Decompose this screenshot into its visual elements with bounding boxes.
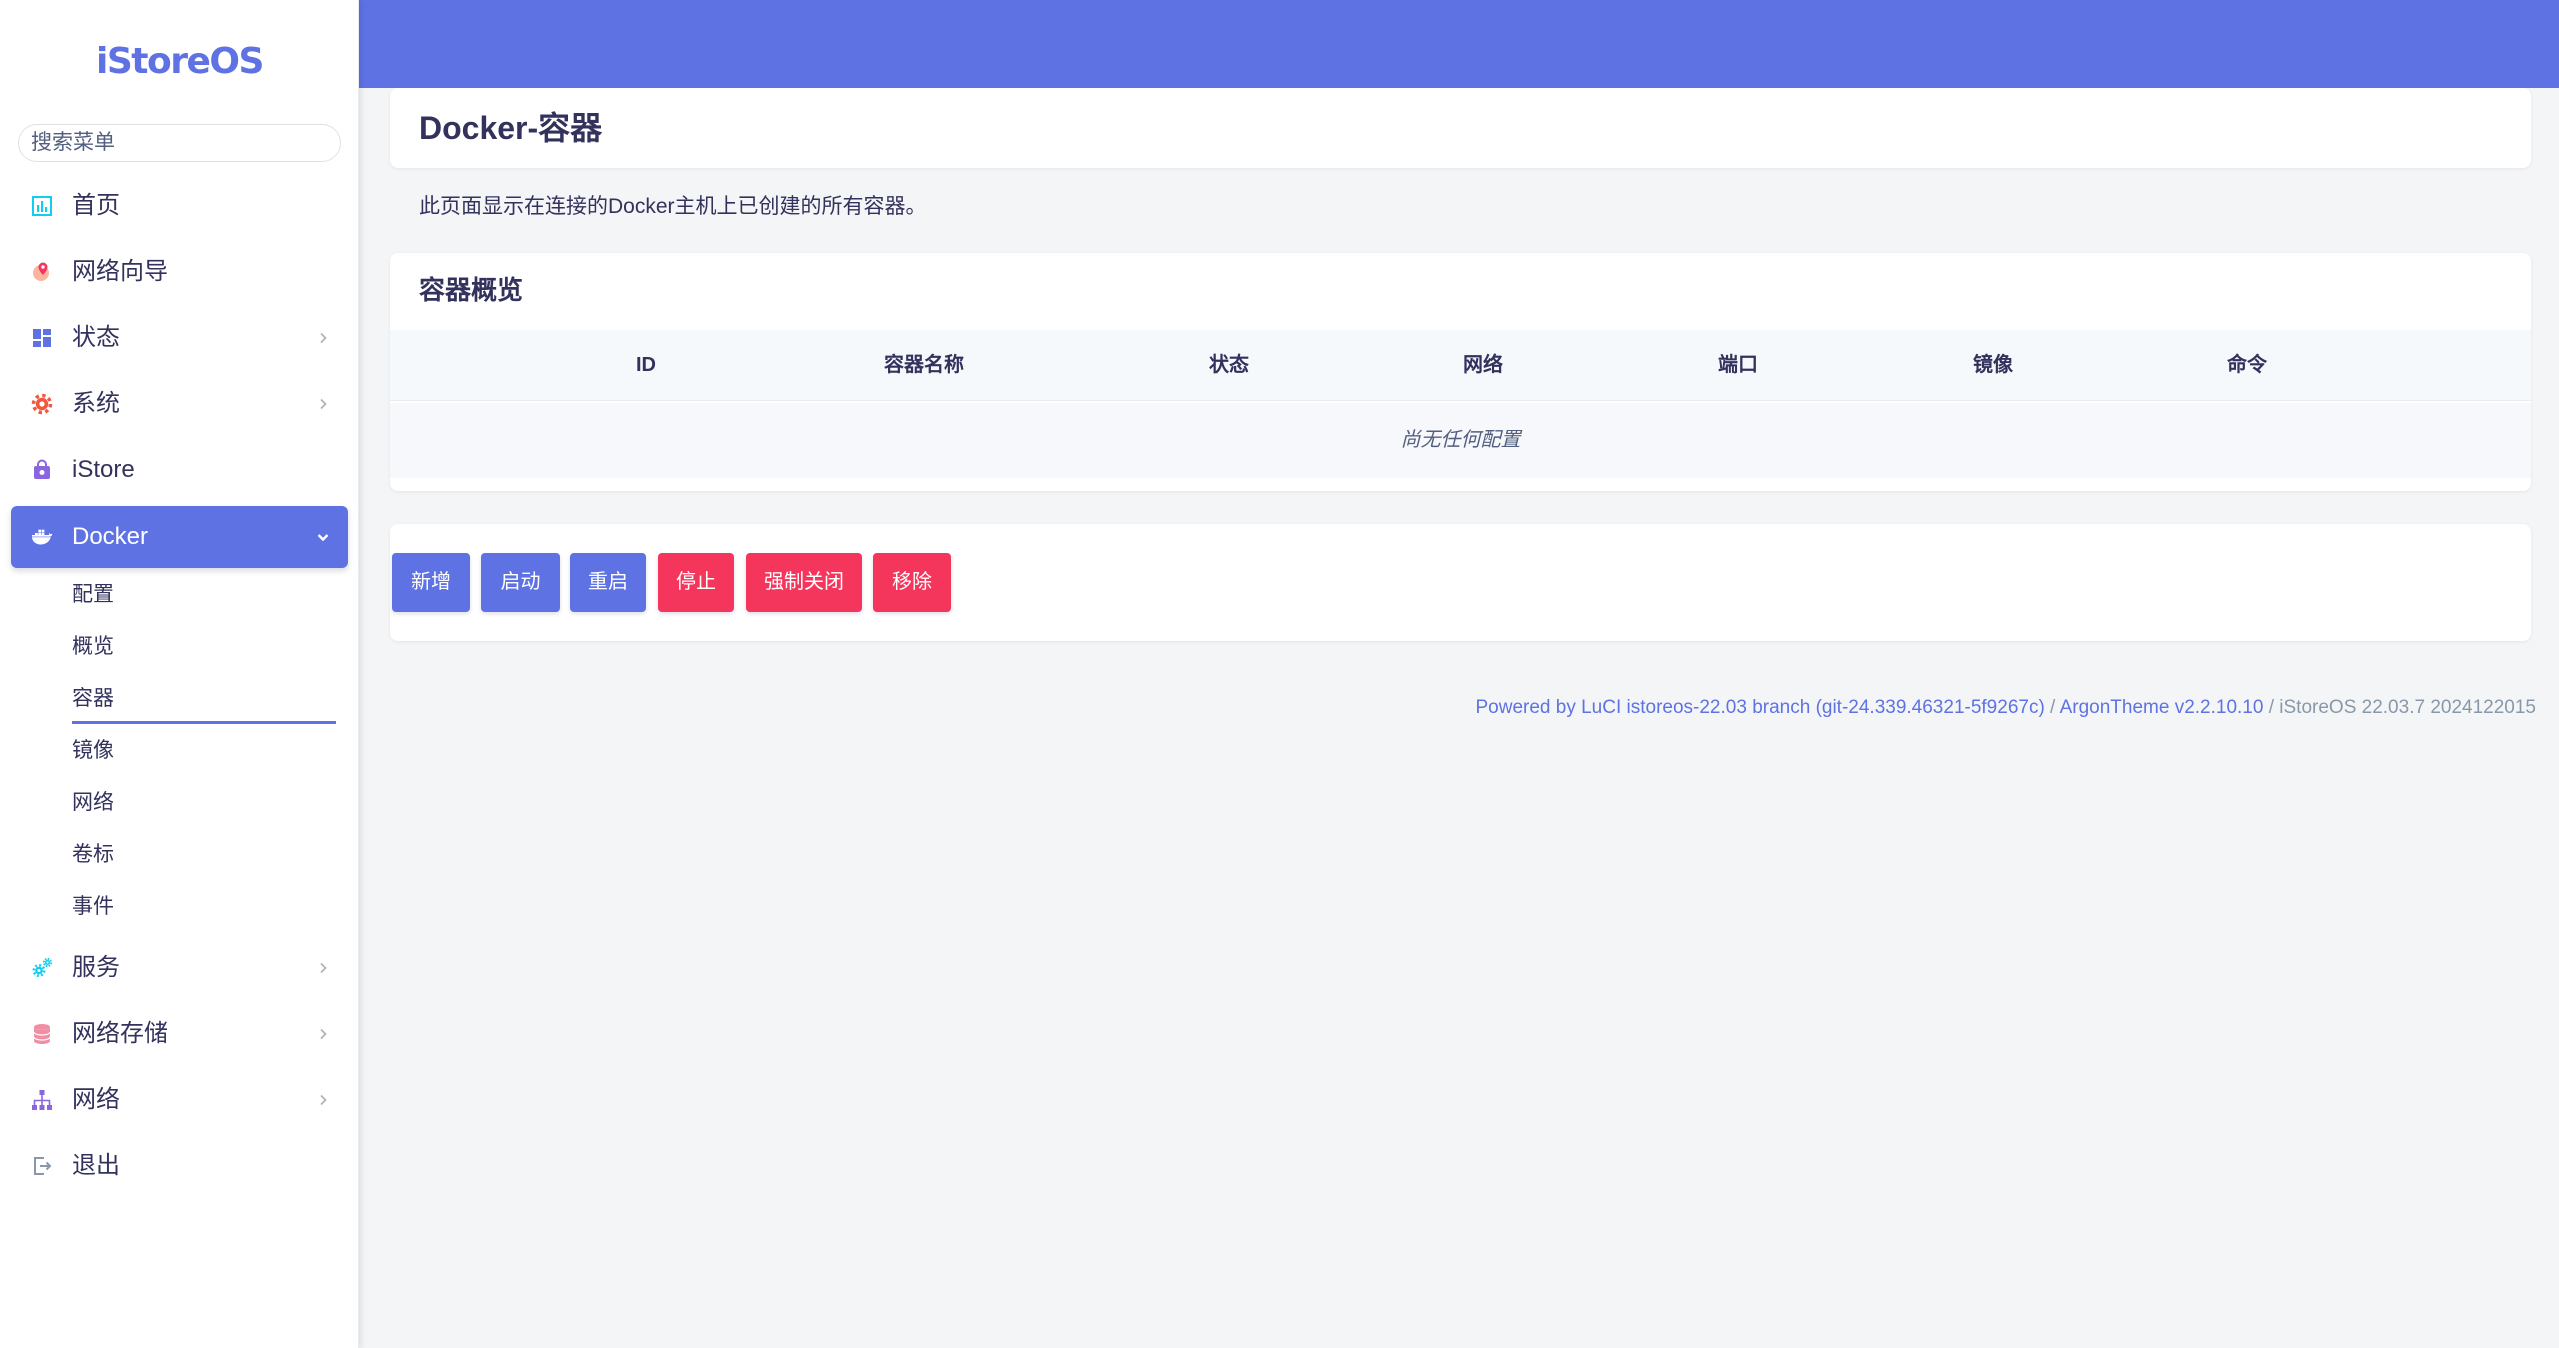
cogs-icon [30, 956, 54, 980]
chevron-right-icon [316, 1027, 330, 1041]
sidebar-item-services: 服务 [0, 935, 359, 1001]
gear-icon [30, 392, 54, 416]
sidebar-link-network-wizard[interactable]: 网络向导 [11, 241, 348, 303]
column-header-network: 网络 [1463, 354, 1503, 376]
page-description: 此页面显示在连接的Docker主机上已创建的所有容器。 [419, 195, 927, 218]
dashboard-icon [30, 326, 54, 350]
submenu-item-containers[interactable]: 容器 [0, 673, 359, 725]
table-header-row: ID 容器名称 状态 网络 端口 镜像 命令 [390, 330, 2531, 401]
submenu-item-label: 镜像 [72, 739, 114, 762]
page-title: Docker-容器 [419, 110, 603, 146]
submenu-item-config[interactable]: 配置 [0, 569, 359, 621]
sidebar-item-label: Docker [72, 523, 149, 550]
sidebar-item-label: 系统 [72, 390, 120, 417]
shopping-bag-icon [30, 458, 54, 482]
chevron-right-icon [316, 961, 330, 975]
sidebar-link-istore[interactable]: iStore [11, 439, 348, 501]
sidebar-item-home: 首页 [0, 173, 359, 239]
sidebar-item-nas: 网络存储 [0, 1001, 359, 1067]
sidebar-item-label: 首页 [72, 192, 120, 219]
column-header-status: 状态 [1209, 354, 1249, 376]
sidebar-item-label: 网络 [72, 1086, 120, 1113]
sidebar-item-label: 退出 [72, 1152, 120, 1179]
sidebar-item-status: 状态 [0, 305, 359, 371]
column-header-command: 命令 [2227, 354, 2267, 376]
sidebar-item-istore: iStore [0, 437, 359, 503]
sidebar-link-logout[interactable]: 退出 [11, 1135, 348, 1197]
footer-separator: / [2263, 697, 2280, 718]
column-header-name: 容器名称 [884, 354, 964, 376]
sidebar-link-system[interactable]: 系统 [11, 373, 348, 435]
sidebar-item-system: 系统 [0, 371, 359, 437]
submenu-item-overview[interactable]: 概览 [0, 621, 359, 673]
sidebar: iStoreOS 首页 网络向导 [0, 0, 359, 1348]
sidebar-menu: 首页 网络向导 状态 系统 iStore Docker 配置 概览 容器 镜像 … [0, 173, 359, 1199]
actions-card: 新增 启动 重启 停止 强制关闭 移除 [390, 524, 2531, 641]
stop-button[interactable]: 停止 [658, 553, 734, 612]
sign-out-icon [30, 1154, 54, 1178]
add-button[interactable]: 新增 [392, 553, 470, 612]
luci-link[interactable]: Powered by LuCI istoreos-22.03 branch (g… [1475, 697, 2044, 718]
docker-submenu: 配置 概览 容器 镜像 网络 卷标 事件 [0, 569, 359, 935]
remove-button[interactable]: 移除 [873, 553, 951, 612]
sidebar-item-label: 状态 [72, 324, 120, 351]
container-overview-card: 容器概览 ID 容器名称 状态 网络 端口 镜像 命令 尚无任何配置 [390, 253, 2531, 491]
firmware-version: iStoreOS 22.03.7 2024122015 [2279, 697, 2536, 718]
force-stop-button[interactable]: 强制关闭 [746, 553, 862, 612]
sidebar-link-docker[interactable]: Docker [11, 506, 348, 568]
sidebar-item-label: 网络存储 [72, 1020, 168, 1047]
chevron-down-icon [316, 530, 330, 544]
globe-pin-icon [30, 260, 54, 284]
submenu-item-label: 配置 [72, 583, 114, 606]
sidebar-item-label: 网络向导 [72, 258, 168, 285]
restart-button[interactable]: 重启 [570, 553, 646, 612]
sidebar-link-status[interactable]: 状态 [11, 307, 348, 369]
active-indicator [72, 721, 336, 724]
start-button[interactable]: 启动 [481, 553, 560, 612]
submenu-item-label: 卷标 [72, 843, 114, 866]
chevron-right-icon [316, 1093, 330, 1107]
sidebar-link-nas[interactable]: 网络存储 [11, 1003, 348, 1065]
sidebar-item-label: iStore [72, 456, 135, 483]
footer: Powered by LuCI istoreos-22.03 branch (g… [1475, 696, 2536, 720]
column-header-actions [2413, 330, 2531, 400]
bar-chart-icon [30, 194, 54, 218]
sidebar-item-label: 服务 [72, 954, 120, 981]
submenu-item-label: 网络 [72, 791, 114, 814]
table-empty-placeholder: 尚无任何配置 [390, 403, 2531, 478]
brand-logo[interactable]: iStoreOS [0, 36, 359, 88]
submenu-item-label: 事件 [72, 895, 114, 918]
column-header-ports: 端口 [1718, 354, 1758, 376]
submenu-item-networks[interactable]: 网络 [0, 777, 359, 829]
theme-link[interactable]: ArgonTheme v2.2.10.10 [2060, 697, 2264, 718]
sidebar-item-network-wizard: 网络向导 [0, 239, 359, 305]
submenu-item-label: 容器 [72, 687, 114, 710]
database-icon [30, 1022, 54, 1046]
chevron-right-icon [316, 397, 330, 411]
docker-icon [30, 525, 54, 549]
chevron-right-icon [316, 331, 330, 345]
footer-separator: / [2044, 697, 2060, 718]
submenu-item-images[interactable]: 镜像 [0, 725, 359, 777]
sitemap-icon [30, 1088, 54, 1112]
sidebar-link-services[interactable]: 服务 [11, 937, 348, 999]
menu-search-input[interactable] [18, 124, 341, 162]
sidebar-link-home[interactable]: 首页 [11, 175, 348, 237]
sidebar-item-logout: 退出 [0, 1133, 359, 1199]
sidebar-item-docker: Docker [0, 503, 359, 569]
top-header-bar [359, 0, 2559, 88]
submenu-item-events[interactable]: 事件 [0, 881, 359, 933]
column-header-id: ID [636, 354, 656, 376]
submenu-item-volumes[interactable]: 卷标 [0, 829, 359, 881]
submenu-item-label: 概览 [72, 635, 114, 658]
sidebar-item-network: 网络 [0, 1067, 359, 1133]
docker-submenu-container: 配置 概览 容器 镜像 网络 卷标 事件 [0, 569, 359, 935]
section-title: 容器概览 [419, 275, 524, 305]
sidebar-link-network[interactable]: 网络 [11, 1069, 348, 1131]
page-title-card: Docker-容器 [390, 88, 2531, 168]
column-header-select [390, 330, 507, 400]
column-header-image: 镜像 [1973, 354, 2013, 376]
